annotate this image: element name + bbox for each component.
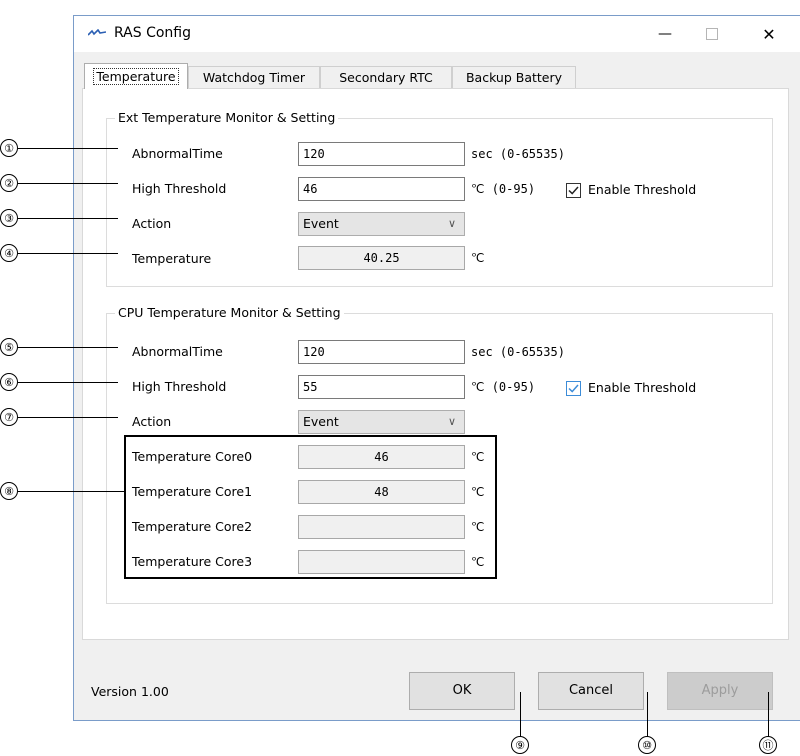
maximize-icon (706, 28, 718, 40)
callout-3-leader (18, 218, 118, 219)
callout-10-leader (647, 692, 648, 737)
ext-abnormal-time-input[interactable]: 120 (298, 142, 465, 166)
chevron-down-icon: ∨ (447, 415, 456, 428)
version-label: Version 1.00 (91, 684, 169, 699)
callout-4: ④ (0, 244, 18, 262)
ext-action-value: Event (303, 216, 339, 231)
tab-watchdog-timer[interactable]: Watchdog Timer (188, 66, 320, 88)
callout-4-leader (18, 253, 118, 254)
callout-8-leader (18, 491, 125, 492)
ext-high-threshold-label: High Threshold (132, 181, 227, 196)
cpu-high-threshold-label: High Threshold (132, 379, 227, 394)
callout-9: ⑨ (511, 736, 529, 754)
callout-2-leader (18, 183, 118, 184)
cpu-group-title: CPU Temperature Monitor & Setting (115, 305, 344, 320)
ok-button[interactable]: OK (409, 672, 515, 710)
ext-temperature-label: Temperature (132, 251, 212, 266)
cpu-abnormal-time-input[interactable]: 120 (298, 340, 465, 364)
callout-5-leader (18, 347, 118, 348)
callout-6-leader (18, 382, 118, 383)
ext-high-threshold-input[interactable]: 46 (298, 177, 465, 201)
ext-abnormal-time-unit: sec (0-65535) (471, 147, 565, 161)
cpu-high-threshold-unit: ℃ (0-95) (471, 380, 536, 394)
callout-10: ⑩ (638, 736, 656, 754)
cpu-action-label: Action (132, 414, 172, 429)
callout-6: ⑥ (0, 373, 18, 391)
ext-temperature-readout: 40.25 (298, 246, 465, 270)
callout-1: ① (0, 139, 18, 157)
callout-7: ⑦ (0, 408, 18, 426)
title-bar[interactable]: RAS Config — ✕ (74, 16, 800, 52)
core-temperatures-highlight-box (124, 435, 497, 579)
chevron-down-icon: ∨ (447, 217, 456, 230)
ext-temperature-unit: ℃ (471, 251, 485, 265)
ext-enable-threshold-label: Enable Threshold (588, 182, 697, 197)
ext-action-label: Action (132, 216, 172, 231)
callout-11: ⑪ (759, 736, 777, 754)
tab-label: Temperature (93, 68, 179, 85)
tab-backup-battery[interactable]: Backup Battery (452, 66, 576, 88)
tab-label: Watchdog Timer (202, 70, 306, 85)
callout-5: ⑤ (0, 338, 18, 356)
ext-group-title: Ext Temperature Monitor & Setting (115, 110, 339, 125)
tab-label: Secondary RTC (339, 70, 433, 85)
close-icon: ✕ (762, 24, 776, 44)
checkmark-icon (568, 384, 579, 393)
callout-3: ③ (0, 209, 18, 227)
apply-button[interactable]: Apply (667, 672, 773, 710)
close-button[interactable]: ✕ (746, 16, 792, 52)
callout-1-leader (18, 148, 118, 149)
cpu-abnormal-time-unit: sec (0-65535) (471, 345, 565, 359)
minimize-icon: — (658, 26, 672, 42)
ext-high-threshold-unit: ℃ (0-95) (471, 182, 536, 196)
ext-enable-threshold-checkbox[interactable] (566, 183, 581, 198)
minimize-button[interactable]: — (642, 16, 688, 52)
cpu-action-select[interactable]: Event ∨ (298, 410, 465, 434)
checkmark-icon (568, 186, 579, 195)
ext-abnormal-time-label: AbnormalTime (132, 146, 223, 161)
ext-action-select[interactable]: Event ∨ (298, 212, 465, 236)
cancel-button[interactable]: Cancel (538, 672, 644, 710)
callout-2: ② (0, 174, 18, 192)
callout-7-leader (18, 417, 118, 418)
cpu-action-value: Event (303, 414, 339, 429)
cpu-abnormal-time-label: AbnormalTime (132, 344, 223, 359)
cpu-high-threshold-input[interactable]: 55 (298, 375, 465, 399)
cpu-enable-threshold-checkbox[interactable] (566, 381, 581, 396)
cpu-enable-threshold-label: Enable Threshold (588, 380, 697, 395)
maximize-button[interactable] (689, 16, 735, 52)
callout-11-leader (768, 692, 769, 737)
callout-8: ⑧ (0, 482, 18, 500)
callout-9-leader (520, 692, 521, 737)
tab-label: Backup Battery (465, 70, 563, 85)
app-logo-icon (88, 29, 106, 36)
window-title: RAS Config (114, 25, 191, 41)
tab-temperature[interactable]: Temperature (84, 63, 188, 89)
tab-secondary-rtc[interactable]: Secondary RTC (320, 66, 452, 88)
